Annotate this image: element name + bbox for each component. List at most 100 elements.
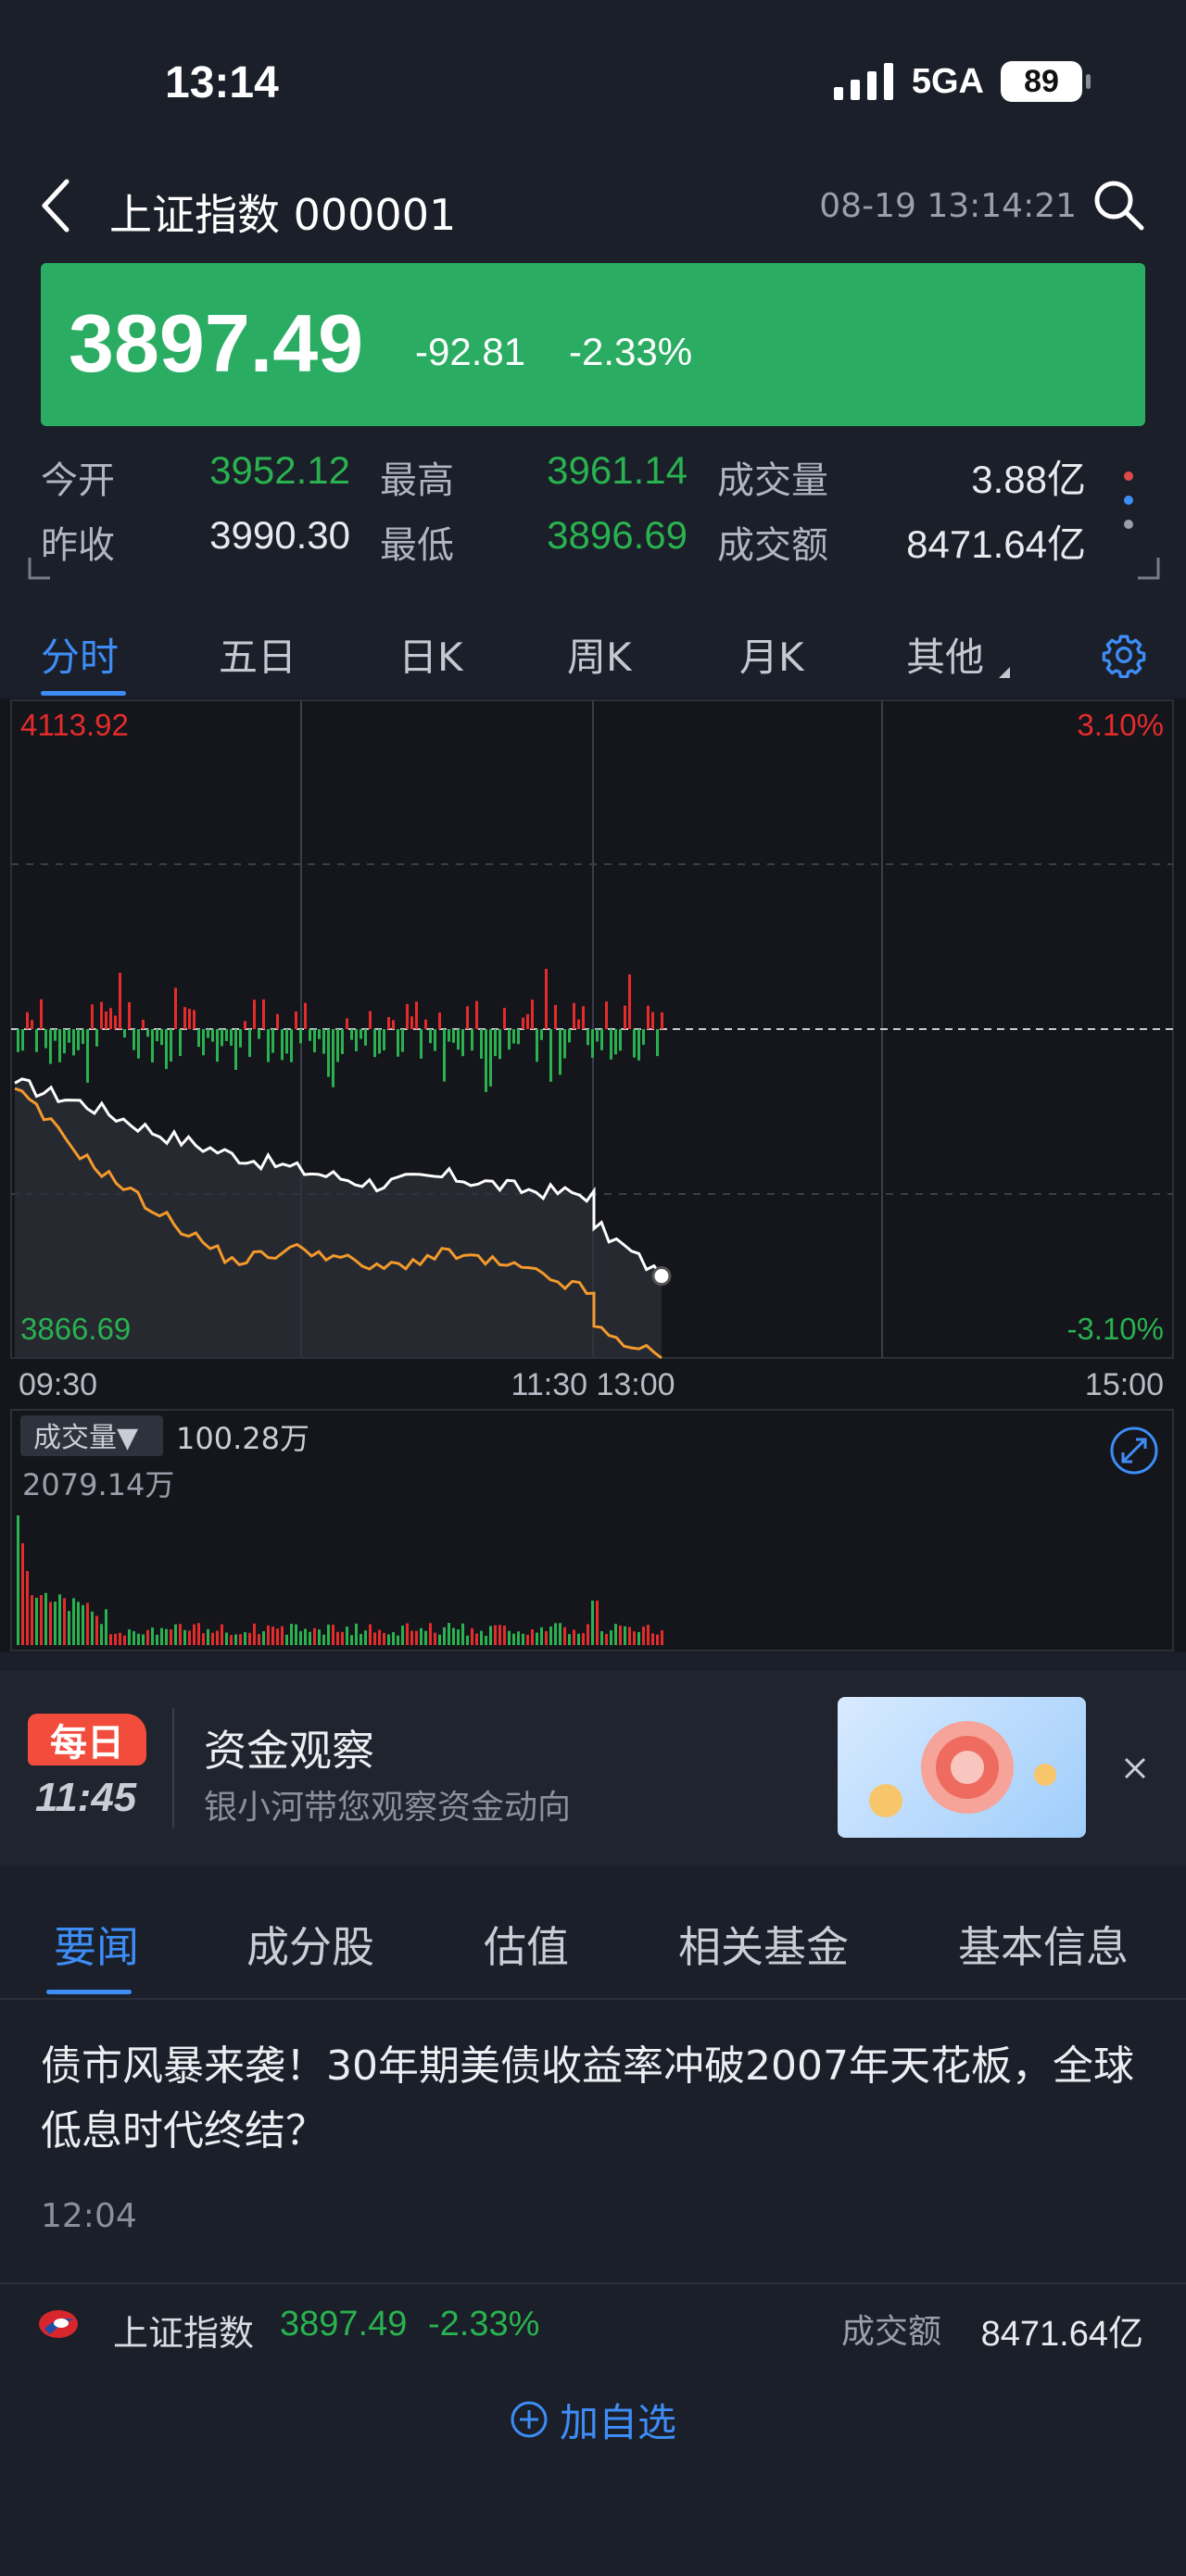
flow-bar [642, 1029, 645, 1045]
volume-bar [248, 1632, 251, 1645]
news-tab-indicator [46, 1990, 132, 1994]
volume-bar [244, 1632, 246, 1645]
volume-bar [647, 1625, 650, 1645]
flow-bar [72, 1029, 75, 1056]
tab-daily-k[interactable]: 日K [398, 626, 463, 683]
news-headline[interactable]: 债市风暴来袭！30年期美债收益率冲破2007年天花板，全球低息时代终结？ [41, 2034, 1143, 2164]
flow-bar [193, 1010, 196, 1030]
back-icon[interactable] [37, 176, 74, 235]
fullscreen-icon[interactable] [1110, 1426, 1158, 1475]
tab-five-day[interactable]: 五日 [219, 626, 296, 683]
promo-badge: 每日 [28, 1714, 146, 1766]
tab-intraday[interactable]: 分时 [41, 626, 119, 683]
tab-basic-info[interactable]: 基本信息 [958, 1914, 1129, 1975]
flow-bar [26, 1012, 29, 1030]
tab-other-caret-icon [999, 667, 1010, 678]
flow-bar [91, 1004, 94, 1030]
tab-weekly-k[interactable]: 周K [567, 626, 632, 683]
tab-news[interactable]: 要闻 [54, 1914, 139, 1975]
volume-bar [591, 1601, 594, 1645]
volume-bar [86, 1602, 89, 1645]
tab-monthly-k[interactable]: 月K [739, 626, 804, 683]
volume-bar [309, 1631, 311, 1645]
flow-bar [619, 1029, 622, 1051]
flow-bar [322, 1029, 325, 1054]
volume-bar [563, 1627, 566, 1645]
flow-bar [387, 1016, 390, 1030]
flow-bar [253, 999, 256, 1030]
flow-bar [559, 1029, 561, 1075]
volume-bar [253, 1623, 256, 1645]
volume-bar [105, 1609, 107, 1645]
flow-bar [498, 1029, 501, 1060]
quote-price: 3897.49 [280, 2305, 408, 2344]
stat-label-high: 最高 [380, 459, 454, 502]
volume-bar [304, 1628, 307, 1645]
flow-bar [651, 1012, 654, 1030]
flow-bar [540, 1029, 543, 1040]
volume-bar [378, 1629, 381, 1645]
flow-bar [596, 1029, 599, 1042]
flow-bar [517, 1029, 520, 1045]
flow-bar [281, 1029, 284, 1061]
tab-related-funds[interactable]: 相关基金 [678, 1914, 849, 1975]
volume-bar [271, 1627, 274, 1645]
flow-bar [360, 1029, 362, 1039]
volume-bar [508, 1630, 511, 1645]
flow-bar [378, 1029, 381, 1054]
volume-bar [160, 1627, 163, 1645]
stat-value-low: 3896.69 [547, 513, 688, 557]
flow-bar [443, 1029, 446, 1082]
tab-valuation[interactable]: 估值 [484, 1914, 569, 1975]
flow-bar [434, 1029, 436, 1051]
volume-bar [443, 1627, 446, 1645]
flow-bar [624, 1005, 626, 1030]
add-watchlist-button[interactable]: 加自选 [0, 2392, 1186, 2447]
flow-bar [179, 1029, 182, 1057]
flow-bar [290, 1029, 293, 1062]
flow-bar [420, 1029, 423, 1059]
flow-bar [364, 1029, 367, 1046]
volume-bar [225, 1632, 228, 1645]
volume-bar [54, 1602, 57, 1645]
volume-bar [17, 1515, 19, 1645]
promo-divider [172, 1708, 174, 1828]
search-icon[interactable] [1091, 178, 1145, 232]
promo-close-icon[interactable] [1123, 1756, 1147, 1780]
flow-bar [31, 1020, 33, 1030]
tab-other[interactable]: 其他 [906, 626, 984, 683]
flow-bar [531, 999, 534, 1030]
settings-gear-icon[interactable] [1101, 632, 1147, 678]
flow-bar [401, 1029, 404, 1052]
volume-bar [174, 1624, 177, 1645]
stat-label-open: 今开 [41, 459, 115, 502]
tab-constituents[interactable]: 成分股 [246, 1914, 374, 1975]
volume-bar [619, 1625, 622, 1645]
volume-bar [207, 1628, 209, 1645]
flow-bar [109, 1008, 112, 1030]
stat-label-low: 最低 [380, 524, 454, 567]
flow-bar [128, 1001, 131, 1030]
volume-bar [322, 1634, 325, 1645]
flow-bar [95, 1029, 98, 1047]
volume-bar [489, 1626, 492, 1645]
time-label-open: 09:30 [19, 1367, 97, 1402]
flow-bar [244, 1021, 246, 1030]
volume-bar [49, 1602, 52, 1645]
intraday-chart[interactable]: 4113.92 3866.69 3.10% -3.10% 09:30 11:30… [0, 698, 1186, 1652]
more-dots-icon[interactable] [1121, 469, 1136, 534]
volume-bar [188, 1630, 191, 1645]
volume-bar [123, 1635, 126, 1645]
related-quote-row[interactable]: 上证指数 3897.49 -2.33% 成交额 8471.64亿 [0, 2293, 1186, 2355]
flow-bar [429, 1029, 432, 1044]
volume-selector-label[interactable]: 成交量▼ [33, 1422, 138, 1454]
quote-amount: 8471.64亿 [980, 2315, 1143, 2354]
promo-card[interactable]: 每日 11:45 资金观察 银小河带您观察资金动向 [0, 1671, 1186, 1866]
volume-bar [610, 1630, 612, 1645]
flow-bar [156, 1029, 158, 1042]
price-axis-low: 3866.69 [20, 1312, 131, 1346]
flow-bar [600, 1029, 603, 1050]
flow-bar [21, 1029, 24, 1051]
volume-bar [587, 1624, 589, 1645]
flow-bar [313, 1029, 316, 1053]
